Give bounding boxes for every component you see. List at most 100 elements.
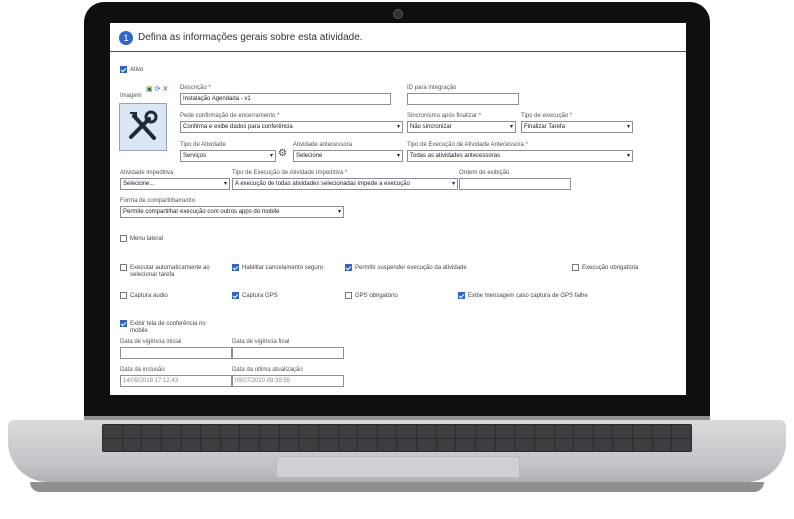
- gps-obrigatorio-label: GPS obrigatório: [355, 293, 398, 299]
- captura-audio-checkbox[interactable]: [120, 292, 127, 299]
- keyboard-key: [201, 438, 220, 451]
- vigencia-final-label: Data de vigência final: [232, 339, 290, 345]
- keyboard-key: [201, 425, 220, 438]
- pede-confirmacao-select[interactable]: Confirma e exibe dados para conferência ▾: [180, 121, 403, 133]
- keyboard-key: [456, 438, 476, 451]
- gps-obrigatorio-checkbox[interactable]: [345, 292, 352, 299]
- vigencia-inicial-label: Data de vigência inicial: [120, 339, 182, 345]
- atividade-antecessora-select[interactable]: Selecione ▾: [293, 150, 403, 162]
- forma-compartilhamento-select[interactable]: Permite compartilhar execução com outros…: [120, 206, 344, 218]
- chevron-down-icon: ▾: [626, 153, 630, 159]
- keyboard-key: [534, 438, 554, 451]
- ativo-checkbox[interactable]: [120, 66, 127, 73]
- vigencia-final-input[interactable]: [232, 347, 344, 359]
- exibir-tela-label: Exibir tela de conferência no mobile: [130, 321, 206, 334]
- tipo-atividade-select[interactable]: Serviços ▾: [180, 150, 276, 162]
- picture-icon[interactable]: ▣: [146, 86, 153, 93]
- keyboard-key: [633, 425, 652, 438]
- keyboard-key: [672, 425, 691, 438]
- imagem-label: Imagem: [120, 93, 142, 99]
- tipo-exec-antecessora-select[interactable]: Todas as atividades antecessoras ▾: [407, 150, 633, 162]
- executar-automaticamente-checkbox[interactable]: [120, 264, 127, 271]
- close-icon[interactable]: ✕: [162, 86, 168, 93]
- keyboard-key: [515, 425, 534, 438]
- captura-gps-checkbox[interactable]: [232, 292, 239, 299]
- keyboard-key: [515, 438, 534, 451]
- forma-compartilhamento-label: Forma de compartilhamento: [120, 198, 196, 204]
- laptop-keyboard: [102, 424, 692, 452]
- chevron-down-icon: ▾: [337, 209, 341, 215]
- descricao-input[interactable]: Instalação Agendada - v1: [180, 93, 391, 105]
- id-integracao-input[interactable]: [407, 93, 519, 105]
- keyboard-key: [613, 438, 633, 451]
- id-integracao-label: ID para integração: [407, 85, 457, 91]
- captura-gps-label: Captura GPS: [242, 293, 278, 299]
- forma-compartilhamento-value: Permite compartilhar execução com outros…: [123, 209, 280, 215]
- laptop-foot: [30, 482, 764, 492]
- vigencia-inicial-input[interactable]: [120, 347, 232, 359]
- pede-confirmacao-value: Confirma e exibe dados para conferência: [183, 124, 293, 130]
- sincronismo-label: Sincronismo após finalizar *: [407, 113, 482, 119]
- keyboard-key: [260, 438, 279, 451]
- keyboard-key: [103, 438, 122, 451]
- mensagem-gps-falhe-checkbox[interactable]: [458, 292, 465, 299]
- execucao-obrigatoria-checkbox[interactable]: [572, 264, 579, 271]
- menu-lateral-checkbox[interactable]: [120, 235, 127, 242]
- mensagem-gps-falhe-label: Exibe mensagem caso captura de GPS falhe: [468, 293, 588, 299]
- keyboard-key: [358, 438, 377, 451]
- sincronismo-select[interactable]: Não sincronizar ▾: [407, 121, 516, 133]
- keyboard-key: [554, 425, 574, 438]
- keyboard-key: [574, 438, 593, 451]
- chevron-down-icon: ▾: [396, 153, 400, 159]
- ordem-exibicao-input[interactable]: [459, 178, 571, 190]
- keyboard-key: [397, 425, 417, 438]
- pede-confirmacao-label: Pede confirmação de encerramento *: [180, 113, 280, 119]
- chevron-down-icon: ▾: [396, 124, 400, 130]
- refresh-icon[interactable]: ⟳: [155, 86, 161, 93]
- chevron-down-icon: ▾: [269, 153, 273, 159]
- keyboard-key: [220, 425, 240, 438]
- keyboard-key: [103, 425, 122, 438]
- step-number-badge: 1: [119, 31, 133, 45]
- keyboard-key: [593, 425, 613, 438]
- keyboard-key: [142, 425, 161, 438]
- keyboard-key: [299, 438, 318, 451]
- atividade-impeditiva-select[interactable]: Selecione... ▾: [120, 178, 230, 190]
- keyboard-key: [318, 438, 338, 451]
- image-actions: ▣ ⟳ ✕: [146, 86, 168, 94]
- tipo-exec-impeditiva-label: Tipo de Execução de Atividade Impeditiva…: [232, 170, 348, 176]
- keyboard-key: [476, 425, 495, 438]
- permitir-suspender-checkbox[interactable]: [345, 264, 352, 271]
- cancelamento-seguro-checkbox[interactable]: [232, 264, 239, 271]
- keyboard-key: [417, 438, 436, 451]
- keyboard-key: [377, 438, 397, 451]
- chevron-down-icon: ▾: [626, 124, 630, 130]
- tipo-execucao-label: Tipo de execução *: [521, 113, 573, 119]
- chevron-down-icon: ▾: [223, 181, 227, 187]
- sincronismo-value: Não sincronizar: [410, 124, 452, 130]
- keyboard-key: [652, 438, 672, 451]
- keyboard-key: [495, 425, 515, 438]
- tipo-execucao-select[interactable]: Finalizar Tarefa ▾: [521, 121, 633, 133]
- tipo-exec-antecessora-value: Todas as atividades antecessoras: [410, 153, 501, 159]
- keyboard-key: [554, 438, 574, 451]
- descricao-label: Descrição *: [180, 85, 211, 91]
- tipo-execucao-value: Finalizar Tarefa: [524, 124, 565, 130]
- keyboard-key: [338, 425, 358, 438]
- tipo-exec-impeditiva-select[interactable]: A execução de todas atividades seleciona…: [232, 178, 458, 190]
- keyboard-key: [672, 438, 691, 451]
- atividade-impeditiva-value: Selecione...: [123, 181, 155, 187]
- gear-icon[interactable]: ⚙: [278, 149, 288, 159]
- keyboard-key: [456, 425, 476, 438]
- data-inclusao-input: 14/09/2018 17:12:43: [120, 375, 232, 387]
- keyboard-key: [122, 438, 142, 451]
- keyboard-key: [122, 425, 142, 438]
- chevron-down-icon: ▾: [509, 124, 513, 130]
- section-title: Defina as informações gerais sobre esta …: [138, 32, 363, 43]
- keyboard-key: [417, 425, 436, 438]
- tools-icon[interactable]: [119, 103, 167, 151]
- keyboard-key: [161, 425, 181, 438]
- exibir-tela-checkbox[interactable]: [120, 320, 127, 327]
- keyboard-key: [436, 438, 456, 451]
- atividade-impeditiva-label: Atividade impeditiva: [120, 170, 174, 176]
